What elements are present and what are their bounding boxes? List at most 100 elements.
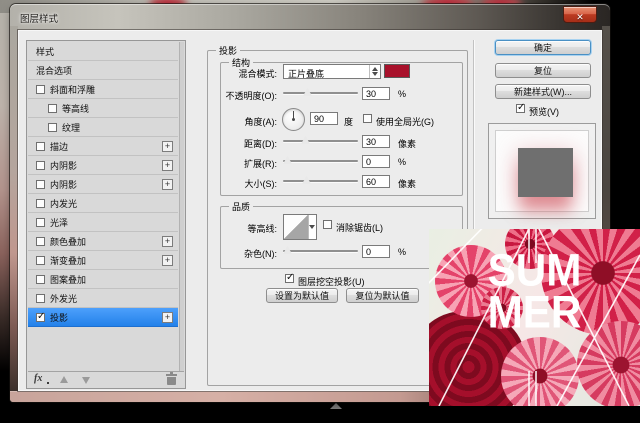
add-effect-icon[interactable]: + bbox=[162, 255, 173, 266]
styles-item-inner-glow[interactable]: 内发光 bbox=[28, 194, 178, 213]
preview-checkbox[interactable] bbox=[516, 102, 525, 113]
reset-default-button[interactable]: 复位为默认值 bbox=[346, 288, 419, 303]
styles-item-satin[interactable]: 光泽 bbox=[28, 213, 178, 232]
artwork-text-line1: SUM bbox=[487, 245, 582, 296]
styles-item-inner-shadow-1[interactable]: 内阴影 + bbox=[28, 156, 178, 175]
blend-mode-label: 混合模式: bbox=[238, 69, 277, 79]
styles-item-bevel-emboss[interactable]: 斜面和浮雕 bbox=[28, 80, 178, 99]
opacity-slider[interactable] bbox=[283, 87, 358, 98]
noise-unit: % bbox=[398, 247, 407, 257]
dialog-titlebar[interactable]: 图层样式 ✕ bbox=[10, 4, 610, 30]
use-global-light-checkbox[interactable] bbox=[363, 114, 372, 123]
shadow-color-swatch[interactable] bbox=[384, 64, 410, 78]
checkbox[interactable] bbox=[36, 160, 45, 170]
add-effect-icon[interactable]: + bbox=[162, 141, 173, 152]
checkbox[interactable] bbox=[36, 236, 45, 246]
contour-label: 等高线: bbox=[247, 224, 277, 234]
angle-value[interactable]: 90 bbox=[310, 112, 338, 125]
taskbar-peek-icon bbox=[330, 403, 342, 409]
distance-value[interactable]: 30 bbox=[362, 135, 390, 148]
styles-item-pattern-overlay[interactable]: 图案叠加 bbox=[28, 270, 178, 289]
spread-slider[interactable] bbox=[283, 155, 358, 166]
contour-picker[interactable] bbox=[283, 214, 317, 240]
add-effect-icon[interactable]: + bbox=[162, 312, 173, 323]
make-default-button[interactable]: 设置为默认值 bbox=[266, 288, 338, 303]
styles-item-outer-glow[interactable]: 外发光 bbox=[28, 289, 178, 308]
angle-dial[interactable] bbox=[282, 108, 305, 131]
effect-preview-panel bbox=[488, 123, 596, 219]
checkbox[interactable] bbox=[48, 122, 57, 132]
fx-icon[interactable]: fx bbox=[34, 373, 42, 384]
noise-label: 杂色(N): bbox=[244, 249, 277, 259]
angle-label: 角度(A): bbox=[244, 117, 278, 127]
quality-group-title: 品质 bbox=[232, 202, 251, 212]
styles-item-styles[interactable]: 样式 bbox=[28, 42, 178, 61]
styles-item-texture[interactable]: 纹理 bbox=[28, 118, 178, 137]
anti-alias-checkbox[interactable] bbox=[323, 220, 332, 229]
effect-preview-swatch bbox=[518, 148, 573, 197]
distance-unit: 像素 bbox=[398, 139, 417, 149]
add-effect-icon[interactable]: + bbox=[162, 236, 173, 247]
styles-item-inner-shadow-2[interactable]: 内阴影 + bbox=[28, 175, 178, 194]
styles-item-contour[interactable]: 等高线 bbox=[28, 99, 178, 118]
checkbox[interactable] bbox=[36, 141, 45, 151]
checkbox[interactable] bbox=[36, 293, 45, 303]
artwork-text-line2: MER bbox=[487, 287, 582, 338]
fx-menu-dot bbox=[47, 382, 49, 384]
checkbox[interactable] bbox=[36, 198, 45, 208]
layer-knockout-checkbox[interactable] bbox=[285, 272, 294, 283]
styles-item-gradient-overlay[interactable]: 渐变叠加 + bbox=[28, 251, 178, 270]
reset-button[interactable]: 复位 bbox=[495, 63, 591, 78]
blend-mode-select[interactable]: 正片叠底 bbox=[283, 64, 381, 79]
use-global-light-label: 使用全局光(G) bbox=[376, 117, 434, 127]
background-image-strip bbox=[0, 0, 10, 423]
size-value[interactable]: 60 bbox=[362, 175, 390, 188]
effect-preview-canvas bbox=[495, 130, 589, 212]
blend-mode-value: 正片叠底 bbox=[288, 69, 325, 79]
screen: 图层样式 ✕ 样式 混合选项 斜面和浮雕 等高线 纹理 描边 + 内阴影 + 内阴影… bbox=[0, 0, 640, 423]
styles-item-drop-shadow[interactable]: 投影+ bbox=[28, 308, 178, 327]
size-label: 大小(S): bbox=[244, 179, 278, 189]
layer-knockout-label: 图层挖空投影(U) bbox=[298, 277, 365, 287]
checkbox[interactable] bbox=[48, 103, 57, 113]
opacity-value[interactable]: 30 bbox=[362, 87, 390, 100]
styles-list-toolbar: fx bbox=[28, 371, 184, 387]
spread-unit: % bbox=[398, 157, 407, 167]
delete-effect-icon[interactable] bbox=[166, 372, 177, 385]
preview-label: 预览(V) bbox=[529, 107, 559, 117]
noise-value[interactable]: 0 bbox=[362, 245, 390, 258]
contour-thumbnail-icon bbox=[284, 215, 309, 239]
styles-item-stroke[interactable]: 描边 + bbox=[28, 137, 178, 156]
checkbox[interactable] bbox=[36, 274, 45, 284]
close-button[interactable]: ✕ bbox=[563, 6, 597, 23]
spinner-arrows-icon bbox=[369, 65, 380, 78]
opacity-label: 不透明度(O): bbox=[225, 91, 278, 101]
add-effect-icon[interactable]: + bbox=[162, 160, 173, 171]
styles-item-blending-options[interactable]: 混合选项 bbox=[28, 61, 178, 80]
checkbox[interactable] bbox=[36, 179, 45, 189]
noise-slider[interactable] bbox=[283, 245, 358, 256]
styles-list-scrollbar[interactable] bbox=[179, 42, 184, 372]
spread-value[interactable]: 0 bbox=[362, 155, 390, 168]
move-effect-down-icon[interactable] bbox=[82, 377, 90, 384]
new-style-button[interactable]: 新建样式(W)... bbox=[495, 84, 591, 99]
move-effect-up-icon[interactable] bbox=[60, 376, 68, 383]
add-effect-icon[interactable]: + bbox=[162, 179, 173, 190]
dialog-frame bbox=[10, 26, 18, 392]
document-canvas-artwork: SUM MER bbox=[429, 229, 640, 406]
contour-dropdown-icon[interactable] bbox=[309, 225, 315, 229]
checkbox[interactable] bbox=[36, 255, 45, 265]
dialog-title: 图层样式 bbox=[20, 14, 59, 25]
close-icon: ✕ bbox=[576, 12, 584, 22]
checkbox[interactable] bbox=[36, 84, 45, 94]
distance-slider[interactable] bbox=[283, 135, 358, 146]
ok-button[interactable]: 确定 bbox=[495, 40, 591, 55]
styles-list: 样式 混合选项 斜面和浮雕 等高线 纹理 描边 + 内阴影 + 内阴影 + 内发光 光… bbox=[26, 40, 186, 389]
styles-item-color-overlay[interactable]: 颜色叠加 + bbox=[28, 232, 178, 251]
anti-alias-label: 消除锯齿(L) bbox=[336, 223, 383, 233]
distance-label: 距离(D): bbox=[244, 139, 277, 149]
size-slider[interactable] bbox=[283, 175, 358, 186]
checkbox[interactable] bbox=[36, 217, 45, 227]
opacity-unit: % bbox=[398, 89, 407, 99]
checkbox-checked[interactable] bbox=[36, 311, 45, 322]
